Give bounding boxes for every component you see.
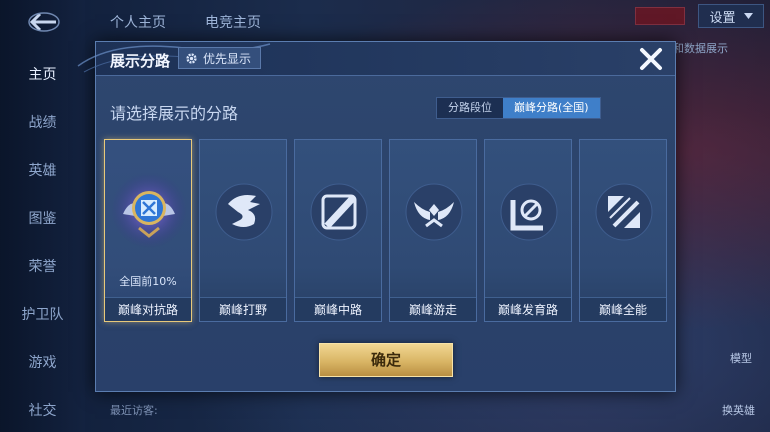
- lane-card-label: 巅峰发育路: [485, 297, 571, 321]
- farm-lane-icon: [500, 183, 558, 241]
- nav-item-records[interactable]: 战绩: [0, 112, 85, 132]
- change-hero-label[interactable]: 换英雄: [722, 402, 755, 418]
- rank-percentile: 全国前10%: [119, 275, 177, 288]
- lane-card-label: 巅峰中路: [295, 297, 381, 321]
- all-round-icon: [595, 183, 653, 241]
- dialog-title: 展示分路: [110, 52, 171, 70]
- lane-card-label: 巅峰游走: [390, 297, 476, 321]
- priority-display-button[interactable]: 优先显示: [178, 47, 262, 69]
- settings-button[interactable]: 设置: [698, 4, 764, 28]
- recent-visitors-label: 最近访客:: [110, 404, 158, 417]
- model-label[interactable]: 模型: [730, 350, 752, 366]
- dialog-header: 展示分路 优先显示: [77, 42, 675, 76]
- tab-peak-lane-national[interactable]: 巅峰分路(全国): [503, 98, 600, 118]
- mid-lane-icon: [310, 183, 368, 241]
- close-icon[interactable]: [638, 46, 664, 72]
- nav-item-codex[interactable]: 图鉴: [0, 208, 85, 228]
- lane-card-label: 巅峰打野: [200, 297, 286, 321]
- nav-item-social[interactable]: 社交: [0, 400, 85, 420]
- gear-icon: [186, 52, 197, 64]
- lane-card-label: 巅峰对抗路: [105, 297, 191, 321]
- lane-source-toggle: 分路段位 巅峰分路(全国): [436, 97, 601, 119]
- lane-card-all-round[interactable]: 巅峰全能: [579, 139, 667, 322]
- lane-card-roam[interactable]: 巅峰游走: [389, 139, 477, 322]
- lane-card-label: 巅峰全能: [580, 297, 666, 321]
- clash-lane-emblem-icon: [111, 172, 187, 248]
- red-badge: [635, 7, 685, 25]
- lane-card-mid[interactable]: 巅峰中路: [294, 139, 382, 322]
- lane-card-jungle[interactable]: 巅峰打野: [199, 139, 287, 322]
- back-icon[interactable]: [26, 10, 60, 34]
- jungle-dragon-icon: [215, 183, 273, 241]
- settings-label: 设置: [709, 10, 736, 26]
- roam-wings-icon: [405, 183, 463, 241]
- lane-card-list: 全国前10% 巅峰对抗路 巅峰打野 巅峰中路 巅峰游走 巅峰发育路 巅峰全能: [104, 139, 674, 322]
- tab-personal-home[interactable]: 个人主页: [110, 12, 166, 32]
- nav-item-guard-team[interactable]: 护卫队: [0, 304, 85, 324]
- lane-display-dialog: 展示分路 优先显示 请选择展示的分路 分路段位 巅峰分路(全国) 全国前10% …: [77, 41, 676, 392]
- lane-card-farm[interactable]: 巅峰发育路: [484, 139, 572, 322]
- nav-item-honor[interactable]: 荣誉: [0, 256, 85, 276]
- nav-item-home[interactable]: 主页: [0, 64, 85, 84]
- nav-item-heroes[interactable]: 英雄: [0, 160, 85, 180]
- lane-card-clash[interactable]: 全国前10% 巅峰对抗路: [104, 139, 192, 322]
- chevron-down-icon: [743, 13, 753, 19]
- confirm-button[interactable]: 确定: [319, 343, 453, 377]
- background-right-text: 和数据展示: [673, 42, 728, 55]
- priority-display-label: 优先显示: [203, 51, 252, 66]
- tab-esports-home[interactable]: 电竞主页: [205, 12, 261, 32]
- tab-lane-rank[interactable]: 分路段位: [437, 98, 503, 118]
- select-lane-prompt: 请选择展示的分路: [110, 104, 239, 123]
- left-nav: 主页 战绩 英雄 图鉴 荣誉 护卫队 游戏 社交: [0, 0, 85, 432]
- nav-item-games[interactable]: 游戏: [0, 352, 85, 372]
